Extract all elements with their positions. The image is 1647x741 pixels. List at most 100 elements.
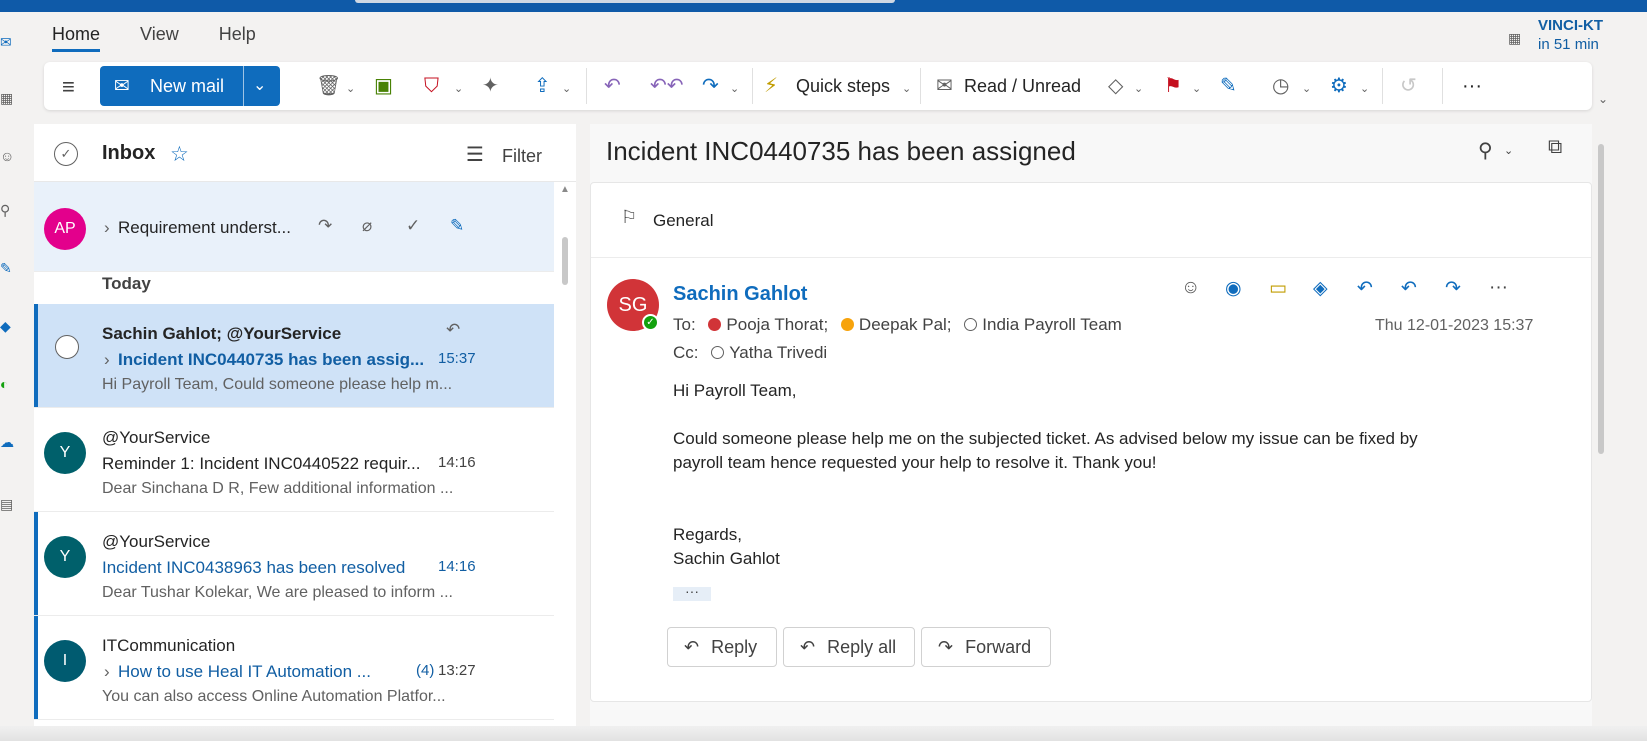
chevron-down-icon[interactable]: ⌄: [1192, 75, 1201, 103]
read-unread-button[interactable]: Read / Unread: [964, 72, 1081, 100]
offline-presence-icon: [964, 318, 978, 331]
busy-presence-icon: [708, 318, 722, 331]
chevron-down-icon[interactable]: ⌄: [730, 75, 739, 103]
filter-button[interactable]: Filter: [502, 146, 542, 167]
tab-home[interactable]: Home: [52, 22, 101, 52]
app-rail: ✉ ▦ ☺ ⚲ ✎ ◆ ◐ ☁ ▤: [0, 12, 22, 741]
ribbon-expand-icon[interactable]: ⌄: [1598, 92, 1608, 106]
folder-title: Inbox: [102, 142, 156, 164]
rules-icon[interactable]: ⚙: [1330, 72, 1348, 100]
envelope-open-icon[interactable]: ✉: [936, 72, 953, 100]
copilot-icon[interactable]: ◉: [1225, 277, 1242, 300]
chevron-down-icon[interactable]: ⌄: [562, 75, 571, 103]
chevron-right-icon[interactable]: ›: [104, 662, 110, 682]
forward-icon[interactable]: ↷: [702, 72, 719, 100]
immersive-reader-icon[interactable]: ▭: [1269, 277, 1287, 300]
move-icon[interactable]: ⇪: [534, 72, 551, 100]
forward-icon[interactable]: ↷: [318, 216, 332, 236]
chevron-down-icon[interactable]: ⌄: [1134, 75, 1143, 103]
reply-icon[interactable]: ↶: [1357, 277, 1373, 300]
chevron-down-icon[interactable]: ⌄: [454, 75, 463, 103]
flag-icon[interactable]: ⚑: [1164, 72, 1182, 100]
tag-icon[interactable]: ◇: [1108, 72, 1123, 100]
list-item[interactable]: Y @YourService Incident INC0438963 has b…: [34, 512, 554, 616]
delete-icon[interactable]: 🗑: [316, 72, 341, 100]
recipient[interactable]: Pooja Thorat;: [726, 315, 828, 334]
excel-app-icon[interactable]: ◐: [0, 376, 14, 392]
recipient[interactable]: Yatha Trivedi: [729, 343, 827, 362]
teams-app-icon[interactable]: ◆: [0, 318, 14, 334]
pin-icon[interactable]: ✎: [1220, 72, 1237, 100]
sender-avatar[interactable]: SG ✓: [607, 279, 659, 331]
chevron-right-icon[interactable]: ›: [104, 218, 110, 238]
chevron-right-icon[interactable]: ›: [104, 350, 110, 370]
favorite-star-icon[interactable]: ☆: [170, 142, 189, 167]
forward-icon[interactable]: ↷: [1445, 277, 1461, 300]
todo-app-icon[interactable]: ✎: [0, 260, 14, 276]
emoji-icon[interactable]: ☺: [1181, 277, 1200, 299]
mail-app-icon[interactable]: ✉: [0, 34, 14, 50]
tab-help[interactable]: Help: [219, 22, 256, 52]
snooze-icon[interactable]: ◷: [1272, 72, 1289, 100]
chevron-down-icon[interactable]: ⌄: [902, 75, 911, 103]
new-mail-button[interactable]: ✉ New mail ⌄: [100, 66, 280, 106]
chevron-down-icon[interactable]: ⌄: [253, 75, 266, 95]
menu-icon[interactable]: ≡: [62, 74, 75, 100]
chevron-down-icon[interactable]: ⌄: [346, 75, 355, 103]
chevron-down-icon[interactable]: ⌄: [1504, 144, 1513, 157]
loop-icon[interactable]: ◈: [1313, 277, 1328, 300]
apps-app-icon[interactable]: ▤: [0, 496, 14, 512]
message-subject: How to use Heal IT Automation ...: [118, 662, 371, 681]
people-app-icon[interactable]: ☺: [0, 148, 14, 164]
onedrive-app-icon[interactable]: ☁: [0, 434, 14, 450]
zoom-icon[interactable]: ⚲: [1478, 138, 1493, 163]
sensitivity-label: General: [653, 211, 714, 230]
message-body: Hi Payroll Team, Could someone please he…: [673, 381, 1418, 568]
chevron-down-icon[interactable]: ⌄: [1360, 75, 1369, 103]
check-icon[interactable]: ✓: [406, 216, 420, 236]
reading-scrollbar[interactable]: [1592, 124, 1612, 741]
thread-count: (4): [416, 662, 435, 679]
forward-button[interactable]: ↷ Forward: [921, 627, 1051, 667]
search-box-edge[interactable]: [355, 0, 895, 3]
sender-name[interactable]: Sachin Gahlot: [673, 283, 807, 306]
attachment-icon[interactable]: ⌀: [362, 216, 372, 236]
message-preview: You can also access Online Automation Pl…: [102, 688, 446, 705]
reply-all-icon[interactable]: ↶: [1401, 277, 1417, 300]
select-checkbox[interactable]: [55, 335, 79, 359]
chevron-down-icon[interactable]: ⌄: [1302, 75, 1311, 103]
list-item-pinned[interactable]: AP › Requirement underst... ↷ ⌀ ✓ ✎: [34, 182, 554, 272]
scroll-up-icon[interactable]: ▲: [560, 184, 570, 195]
recipient[interactable]: India Payroll Team: [982, 315, 1122, 334]
recipient[interactable]: Deepak Pal;: [859, 315, 952, 334]
reply-icon[interactable]: ↶: [604, 72, 621, 100]
message-subject: Incident INC0438963 has been resolved: [102, 558, 406, 577]
upcoming-meeting[interactable]: ▦ VINCI-KT in 51 min: [1508, 16, 1628, 54]
calendar-app-icon[interactable]: ▦: [0, 90, 14, 106]
cc-recipients: Cc: Yatha Trivedi: [673, 343, 828, 362]
select-all-checkbox[interactable]: ✓: [54, 142, 78, 166]
report-icon[interactable]: ⛉: [424, 72, 439, 100]
tab-view[interactable]: View: [140, 22, 179, 52]
lightning-icon[interactable]: ⚡: [764, 72, 778, 100]
filter-icon[interactable]: ☰: [466, 142, 484, 167]
ribbon-toolbar: ≡ ✉ New mail ⌄ 🗑 ⌄ ▣ ⛉ ⌄ ✦ ⇪ ⌄ ↶ ↶↶ ↷ ⌄ …: [44, 62, 1592, 110]
undo-icon[interactable]: ↺: [1400, 72, 1417, 100]
pin-icon[interactable]: ✎: [450, 216, 464, 236]
list-item[interactable]: Sachin Gahlot; @YourService ↶ › Incident…: [34, 304, 554, 408]
more-icon[interactable]: ···: [1489, 277, 1508, 299]
more-icon[interactable]: ···: [1462, 72, 1482, 100]
list-scrollbar[interactable]: ▲ ▼: [556, 182, 576, 741]
reply-all-icon[interactable]: ↶↶: [650, 72, 684, 100]
list-item[interactable]: Y @YourService Reminder 1: Incident INC0…: [34, 408, 554, 512]
attach-app-icon[interactable]: ⚲: [0, 202, 14, 218]
reply-button[interactable]: ↶ Reply: [667, 627, 777, 667]
quick-steps-button[interactable]: Quick steps: [796, 72, 890, 100]
show-quoted-text-button[interactable]: ···: [673, 584, 711, 601]
open-in-new-window-icon[interactable]: ⧉: [1548, 136, 1562, 159]
message-preview: Hi Payroll Team, Could someone please he…: [102, 376, 453, 393]
archive-icon[interactable]: ▣: [374, 72, 393, 100]
sweep-icon[interactable]: ✦: [482, 72, 499, 100]
list-item[interactable]: I ITCommunication › How to use Heal IT A…: [34, 616, 554, 720]
reply-all-button[interactable]: ↶ Reply all: [783, 627, 915, 667]
